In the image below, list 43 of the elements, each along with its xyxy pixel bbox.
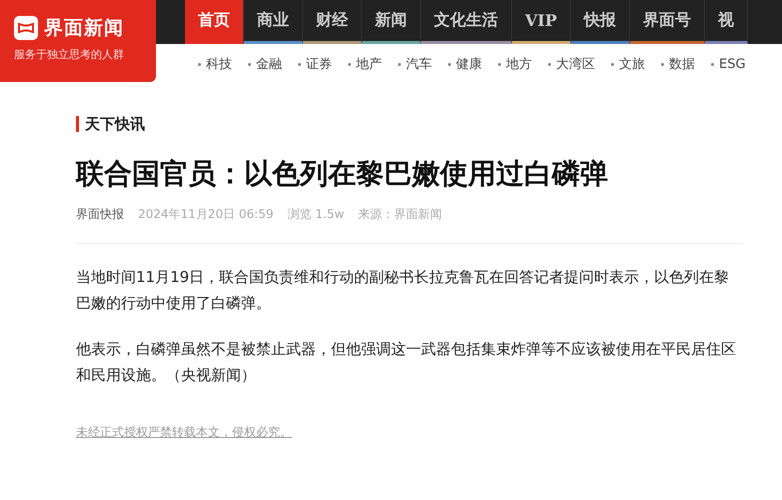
bullet-icon	[548, 62, 551, 66]
nav-tab[interactable]: 商业	[244, 0, 303, 44]
bullet-icon	[298, 62, 301, 66]
paragraph: 当地时间11月19日，联合国负责维和行动的副秘书长拉克鲁瓦在回答记者提问时表示，以色列在黎巴嫩的行动中使用了白磷弹。	[76, 267, 730, 314]
bullet-icon	[448, 62, 451, 66]
nav-tab[interactable]: 财经	[303, 0, 362, 44]
publish-date: 2024年11月20日 06:59	[138, 206, 274, 223]
subnav-link[interactable]: 科技	[198, 55, 232, 73]
author-name: 界面快报	[76, 206, 124, 223]
article-title: 联合国官员：以色列在黎巴嫩使用过白磷弹	[76, 156, 609, 192]
source-label: 来源：界面新闻	[358, 206, 442, 223]
nav-tab[interactable]: 快报	[570, 0, 630, 44]
nav-tab[interactable]: 首页	[185, 0, 244, 44]
subnav-link[interactable]: 证券	[298, 55, 332, 73]
subnav-link[interactable]: ESG	[711, 56, 746, 72]
subnav-link[interactable]: 汽车	[398, 55, 432, 73]
paragraph: 他表示，白磷弹虽然不是被禁止武器，但他强调这一武器包括集束炸弹等不应该被使用在平民居住区和民用设施。（央视新闻）	[76, 339, 737, 386]
view-count: 浏览 1.5w	[287, 206, 344, 223]
category-label: 天下快讯	[76, 116, 742, 132]
subnav-link[interactable]: 文旅	[611, 55, 645, 73]
subnav-link[interactable]: 健康	[448, 55, 482, 73]
bullet-icon	[398, 62, 401, 66]
bullet-icon	[248, 62, 251, 66]
logo-icon	[14, 16, 38, 40]
subnav-link[interactable]: 地方	[498, 55, 532, 73]
nav-tab[interactable]: 新闻	[362, 0, 421, 44]
subnav-link[interactable]: 地产	[348, 55, 382, 73]
logo-panel[interactable]: 界面新闻 服务于独立思考的人群	[0, 0, 156, 82]
subnav-link[interactable]: 大湾区	[548, 55, 595, 73]
logo-name: 界面新闻	[44, 16, 124, 41]
nav-tab[interactable]: 文化生活	[421, 0, 512, 44]
bullet-icon	[348, 62, 351, 66]
bullet-icon	[661, 62, 664, 66]
nav-tab[interactable]: 界面号	[630, 0, 705, 44]
logo-slogan: 服务于独立思考的人群	[14, 47, 125, 62]
subnav-link[interactable]: 数据	[661, 55, 695, 73]
subnav-link[interactable]: 金融	[248, 55, 282, 73]
nav-tab[interactable]: VIP	[512, 0, 571, 44]
nav-tab[interactable]: 视	[704, 0, 748, 44]
bullet-icon	[198, 62, 201, 66]
bullet-icon	[498, 62, 501, 66]
bullet-icon	[611, 62, 614, 66]
bullet-icon	[711, 62, 714, 66]
